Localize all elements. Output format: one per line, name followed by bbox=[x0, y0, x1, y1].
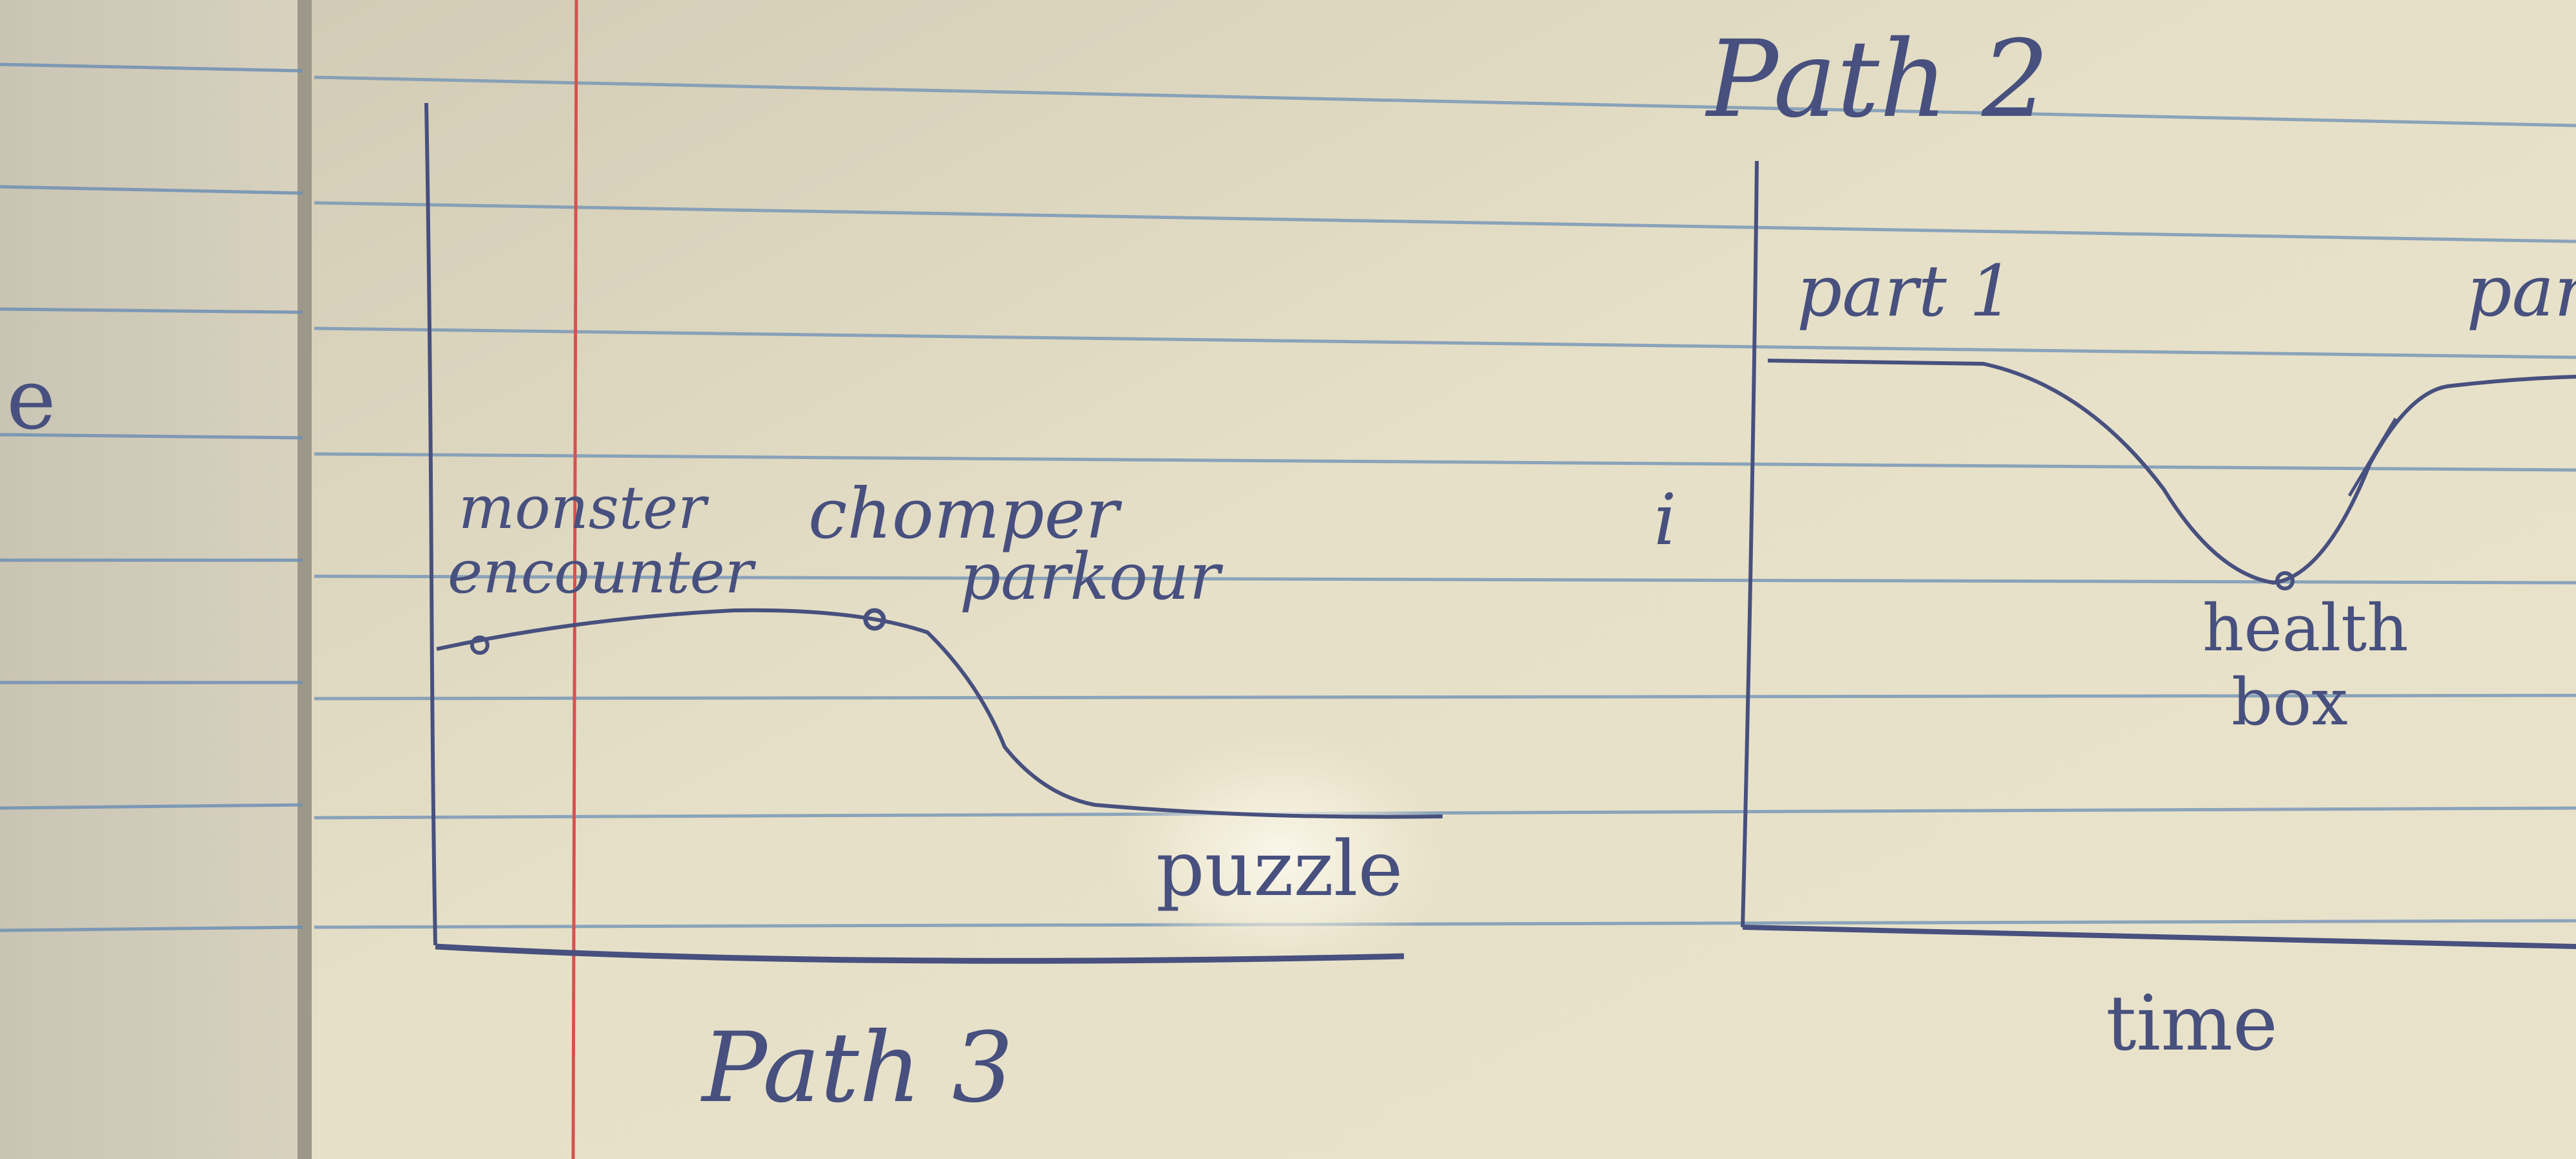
notebook-photo: e monster encounter chomper parkour puzz… bbox=[0, 0, 2576, 1159]
part-cut-label: par bbox=[2467, 250, 2576, 332]
monster-label: monster bbox=[459, 473, 710, 542]
path2-x-axis-label: time bbox=[2106, 979, 2278, 1068]
box-label: box bbox=[2231, 664, 2348, 740]
path2-title: Path 2 bbox=[1705, 17, 2049, 141]
left-page bbox=[0, 0, 309, 1159]
left-page-fragment: e bbox=[6, 350, 56, 448]
parkour-label: parkour bbox=[960, 539, 1224, 614]
stray-mark: i bbox=[1654, 478, 1676, 561]
puzzle-label: puzzle bbox=[1156, 824, 1403, 913]
encounter-label: encounter bbox=[448, 538, 757, 607]
health-label: health bbox=[2202, 590, 2409, 666]
part1-label: part 1 bbox=[1797, 250, 2014, 332]
path3-title: Path 3 bbox=[700, 1012, 1014, 1124]
